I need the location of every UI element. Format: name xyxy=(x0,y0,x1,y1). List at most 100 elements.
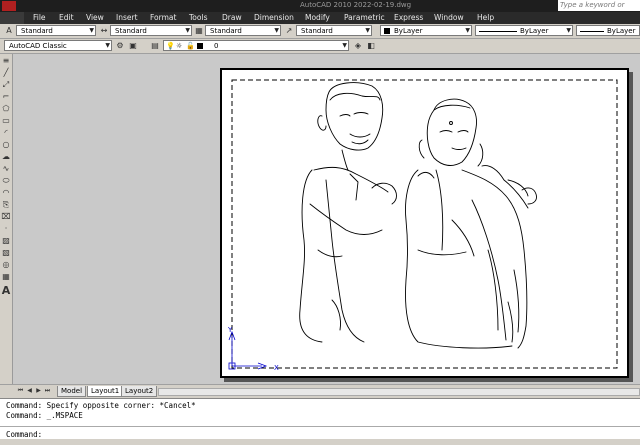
multileader-style-value: Standard xyxy=(301,27,333,35)
ellipse-icon[interactable]: ⬭ xyxy=(1,176,11,186)
linetype-select[interactable]: ByLayer ▼ xyxy=(475,25,573,36)
workspace-value: AutoCAD Classic xyxy=(9,42,67,50)
chevron-down-icon: ▼ xyxy=(342,42,347,49)
first-tab-icon[interactable]: ⏮ xyxy=(17,387,24,395)
menu-draw[interactable]: Draw xyxy=(222,13,242,22)
horizontal-scrollbar[interactable] xyxy=(158,388,640,396)
gradient-icon[interactable]: ▧ xyxy=(1,248,11,258)
chevron-down-icon: ▼ xyxy=(566,27,571,34)
polyline-icon[interactable]: ⌐ xyxy=(1,92,11,102)
chevron-down-icon: ▼ xyxy=(185,27,190,34)
lineweight-select[interactable]: ByLayer xyxy=(576,25,640,36)
sun-icon: ☼ xyxy=(176,42,183,50)
layer-color-swatch xyxy=(197,43,203,49)
line-icon[interactable]: ╱ xyxy=(1,68,11,78)
table-style-select[interactable]: Standard ▼ xyxy=(205,25,281,36)
layer-select[interactable]: 💡 ☼ 🔓 0 ▼ xyxy=(163,40,349,51)
menu-insert[interactable]: Insert xyxy=(116,13,138,22)
region-icon[interactable]: ◎ xyxy=(1,260,11,270)
window-title: AutoCAD 2010 2022-02-19.dwg xyxy=(300,1,412,9)
rectangle-icon[interactable]: ▭ xyxy=(1,116,11,126)
text-style-icon[interactable]: A xyxy=(4,26,14,36)
menu-file[interactable]: File xyxy=(33,13,46,22)
menu-tools[interactable]: Tools xyxy=(189,13,207,22)
multileader-style-select[interactable]: Standard ▼ xyxy=(296,25,372,36)
command-history-line: Command: _.MSPACE xyxy=(6,411,83,420)
lineweight-preview xyxy=(580,31,604,32)
make-block-icon[interactable]: ⌧ xyxy=(1,212,11,222)
menu-parametric[interactable]: Parametric xyxy=(344,13,385,22)
command-history-line: Command: Specify opposite corner: *Cance… xyxy=(6,401,196,410)
polygon-icon[interactable]: ⬠ xyxy=(1,104,11,114)
multileader-style-icon[interactable]: ↗ xyxy=(284,26,294,36)
layer-properties-icon[interactable]: ▤ xyxy=(150,41,160,51)
tab-layout2[interactable]: Layout2 xyxy=(121,386,158,397)
menu-express[interactable]: Express xyxy=(394,13,423,22)
prev-tab-icon[interactable]: ◀ xyxy=(26,387,33,395)
styles-toolbar: A Standard ▼ ↔ Standard ▼ ▦ Standard ▼ ↗ St… xyxy=(0,24,640,39)
line-art-figures xyxy=(299,82,537,349)
drag-handle-icon[interactable]: ≡ xyxy=(1,56,11,66)
ellipse-arc-icon[interactable]: ◠ xyxy=(1,188,11,198)
viewport-drawing: Y X xyxy=(227,79,618,372)
status-strip xyxy=(0,439,640,445)
menu-help[interactable]: Help xyxy=(477,13,494,22)
insert-block-icon[interactable]: ⎘ xyxy=(1,200,11,210)
table-style-value: Standard xyxy=(210,27,242,35)
search-input[interactable]: Type a keyword or xyxy=(558,0,640,11)
layout-tabs-bar: ⏮ ◀ ▶ ⏭ Model Layout1 Layout2 xyxy=(0,384,640,398)
hatch-icon[interactable]: ▨ xyxy=(1,236,11,246)
make-current-layer-icon[interactable]: ◈ xyxy=(353,41,363,51)
menu-format[interactable]: Format xyxy=(150,13,176,22)
dim-style-select[interactable]: Standard ▼ xyxy=(110,25,192,36)
point-icon[interactable]: · xyxy=(1,224,11,234)
command-prompt[interactable]: Command: xyxy=(6,430,42,439)
menu-view[interactable]: View xyxy=(86,13,104,22)
menu-window[interactable]: Window xyxy=(434,13,464,22)
draw-toolbar: ≡ ╱ ⤢ ⌐ ⬠ ▭ ◜ ○ ☁ ∿ ⬭ ◠ ⎘ ⌧ · ▨ ▧ ◎ ▦ A xyxy=(0,54,13,384)
chevron-down-icon: ▼ xyxy=(274,27,279,34)
dim-style-icon[interactable]: ↔ xyxy=(99,26,109,36)
menu-bar: File Edit View Insert Format Tools Draw … xyxy=(0,12,640,24)
system-menu-icon[interactable] xyxy=(0,12,24,24)
workspace-settings-icon[interactable]: ▣ xyxy=(128,41,138,51)
printable-area-boundary xyxy=(231,79,618,369)
lightbulb-icon: 💡 xyxy=(166,42,175,50)
next-tab-icon[interactable]: ▶ xyxy=(35,387,42,395)
ucs-y-label: Y xyxy=(227,326,233,334)
menu-modify[interactable]: Modify xyxy=(305,13,330,22)
gear-icon[interactable]: ⚙ xyxy=(115,41,125,51)
spline-icon[interactable]: ∿ xyxy=(1,164,11,174)
tab-model[interactable]: Model xyxy=(57,386,87,397)
linetype-preview xyxy=(479,31,517,32)
workspace-select[interactable]: AutoCAD Classic ▼ xyxy=(4,40,112,51)
tab-layout1[interactable]: Layout1 xyxy=(87,386,124,397)
menu-dimension[interactable]: Dimension xyxy=(254,13,294,22)
color-swatch xyxy=(384,28,390,34)
workspace-toolbar: AutoCAD Classic ▼ ⚙ ▣ ▤ 💡 ☼ 🔓 0 ▼ ◈ ◧ xyxy=(0,39,640,54)
arc-icon[interactable]: ◜ xyxy=(1,128,11,138)
layout-paper[interactable]: Y X xyxy=(220,68,629,378)
title-bar: AutoCAD 2010 2022-02-19.dwg Type a keywo… xyxy=(0,0,640,12)
text-style-value: Standard xyxy=(21,27,53,35)
command-window: Command: Specify opposite corner: *Cance… xyxy=(0,398,640,445)
linetype-value: ByLayer xyxy=(520,27,549,35)
autocad-logo-icon[interactable] xyxy=(2,1,16,11)
ucs-x-label: X xyxy=(274,364,279,372)
menu-edit[interactable]: Edit xyxy=(59,13,74,22)
last-tab-icon[interactable]: ⏭ xyxy=(44,387,51,395)
text-style-select[interactable]: Standard ▼ xyxy=(16,25,96,36)
layer-previous-icon[interactable]: ◧ xyxy=(366,41,376,51)
chevron-down-icon: ▼ xyxy=(465,27,470,34)
circle-icon[interactable]: ○ xyxy=(1,140,11,150)
dim-style-value: Standard xyxy=(115,27,147,35)
color-select[interactable]: ByLayer ▼ xyxy=(380,25,472,36)
table-icon[interactable]: ▦ xyxy=(1,272,11,282)
chevron-down-icon: ▼ xyxy=(89,27,94,34)
construction-line-icon[interactable]: ⤢ xyxy=(1,80,11,90)
multiline-text-icon[interactable]: A xyxy=(1,285,11,296)
color-value: ByLayer xyxy=(394,27,423,35)
chevron-down-icon: ▼ xyxy=(105,42,110,49)
revision-cloud-icon[interactable]: ☁ xyxy=(1,152,11,162)
table-style-icon[interactable]: ▦ xyxy=(194,26,204,36)
